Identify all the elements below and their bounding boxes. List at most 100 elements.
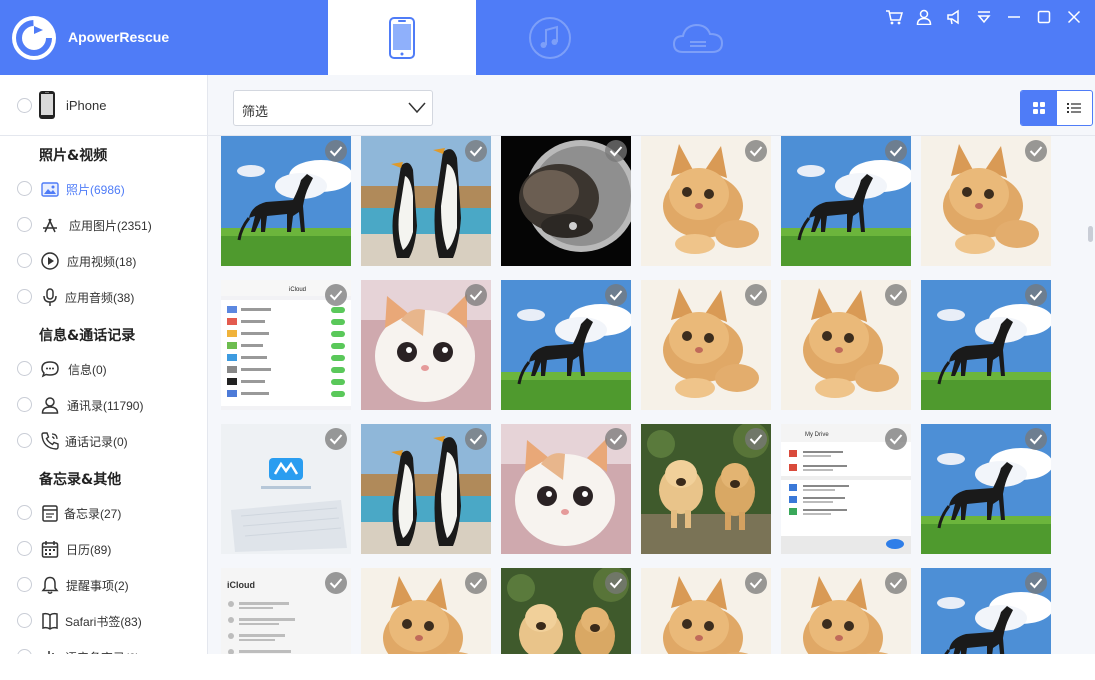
sidebar-item-notes[interactable]: 备忘录(27) [0, 498, 207, 528]
photo-thumbnail[interactable] [361, 280, 491, 410]
menu-button[interactable] [969, 6, 999, 28]
select-checkbox[interactable] [745, 428, 767, 450]
photo-thumbnail[interactable] [641, 136, 771, 266]
sidebar-item-label: 备忘录(27) [64, 507, 122, 521]
select-checkbox[interactable] [1025, 428, 1047, 450]
photo-thumbnail[interactable] [361, 424, 491, 554]
calendar-icon [41, 541, 59, 558]
photo-thumbnail[interactable] [501, 280, 631, 410]
bell-icon [41, 576, 59, 594]
tab-device[interactable] [328, 0, 476, 75]
account-button[interactable] [909, 6, 939, 28]
device-selector[interactable]: iPhone [0, 75, 207, 136]
select-checkbox[interactable] [325, 284, 347, 306]
select-checkbox[interactable] [605, 284, 627, 306]
maximize-icon [1037, 10, 1051, 24]
sidebar-item-reminders[interactable]: 提醒事项(2) [0, 570, 207, 600]
music-icon [529, 16, 571, 59]
user-icon [916, 9, 932, 25]
select-checkbox[interactable] [1025, 284, 1047, 306]
photo-thumbnail[interactable] [221, 424, 351, 554]
photo-thumbnail[interactable] [921, 424, 1051, 554]
checkmark-icon [609, 146, 623, 157]
checkmark-icon [889, 146, 903, 157]
select-checkbox[interactable] [605, 428, 627, 450]
photo-thumbnail[interactable]: My Drive [781, 424, 911, 554]
item-checkbox[interactable] [17, 289, 32, 304]
checkmark-icon [469, 434, 483, 445]
select-checkbox[interactable] [465, 284, 487, 306]
sidebar-item-app-audio[interactable]: 应用音频(38) [0, 282, 207, 312]
list-view-button[interactable] [1057, 91, 1093, 125]
section-title-photos-video: 照片&视频 [39, 148, 108, 164]
photo-thumbnail[interactable] [501, 424, 631, 554]
maximize-button[interactable] [1029, 6, 1059, 28]
item-checkbox[interactable] [17, 541, 32, 556]
photo-thumbnail[interactable] [641, 280, 771, 410]
sidebar-item-call-history[interactable]: 通话记录(0) [0, 426, 207, 456]
select-checkbox[interactable] [465, 140, 487, 162]
select-checkbox[interactable] [1025, 140, 1047, 162]
photo-thumbnail[interactable] [361, 568, 491, 654]
select-checkbox[interactable] [1025, 572, 1047, 594]
checkmark-icon [329, 290, 343, 301]
tab-itunes[interactable] [476, 0, 624, 75]
announcement-button[interactable] [939, 6, 969, 28]
select-checkbox[interactable] [885, 428, 907, 450]
select-checkbox[interactable] [325, 572, 347, 594]
scrollbar-thumb[interactable] [1088, 226, 1093, 242]
sidebar-item-app-images[interactable]: 应用图片(2351) [0, 210, 207, 240]
item-checkbox[interactable] [17, 253, 32, 268]
select-checkbox[interactable] [745, 140, 767, 162]
sidebar-item-contacts[interactable]: 通讯录(11790) [0, 390, 207, 420]
photo-thumbnail[interactable] [921, 136, 1051, 266]
photo-thumbnail[interactable] [641, 424, 771, 554]
minimize-button[interactable] [999, 6, 1029, 28]
tab-icloud[interactable] [624, 0, 772, 75]
photo-thumbnail[interactable] [641, 568, 771, 654]
filter-dropdown[interactable]: 筛选 [233, 90, 433, 126]
select-checkbox[interactable] [325, 428, 347, 450]
photo-thumbnail[interactable]: iCloud [221, 280, 351, 410]
item-checkbox[interactable] [17, 181, 32, 196]
photo-thumbnail[interactable] [781, 136, 911, 266]
item-checkbox[interactable] [17, 577, 32, 592]
select-checkbox[interactable] [465, 572, 487, 594]
select-checkbox[interactable] [885, 572, 907, 594]
photo-thumbnail[interactable] [361, 136, 491, 266]
photo-thumbnail[interactable] [501, 136, 631, 266]
select-checkbox[interactable] [605, 572, 627, 594]
title-bar: ApowerRescue [0, 0, 1095, 75]
item-checkbox[interactable] [17, 433, 32, 448]
item-checkbox[interactable] [17, 505, 32, 520]
photo-thumbnail[interactable]: iCloud [221, 568, 351, 654]
select-checkbox[interactable] [885, 140, 907, 162]
select-checkbox[interactable] [745, 572, 767, 594]
sidebar-item-safari-bookmarks[interactable]: Safari书签(83) [0, 606, 207, 636]
item-checkbox[interactable] [17, 217, 32, 232]
select-checkbox[interactable] [465, 428, 487, 450]
item-checkbox[interactable] [17, 613, 32, 628]
cart-button[interactable] [879, 6, 909, 28]
sidebar-item-photos[interactable]: 照片(6986) [0, 174, 207, 204]
sidebar-item-calendar[interactable]: 日历(89) [0, 534, 207, 564]
photo-thumbnail[interactable] [921, 568, 1051, 654]
close-button[interactable] [1059, 6, 1089, 28]
item-checkbox[interactable] [17, 361, 32, 376]
select-checkbox[interactable] [605, 140, 627, 162]
photo-thumbnail[interactable] [221, 136, 351, 266]
device-checkbox[interactable] [17, 98, 32, 113]
photo-thumbnail[interactable] [501, 568, 631, 654]
sidebar-item-messages[interactable]: 信息(0) [0, 354, 207, 384]
item-checkbox[interactable] [17, 397, 32, 412]
select-checkbox[interactable] [325, 140, 347, 162]
photo-thumbnail[interactable] [781, 280, 911, 410]
minimize-icon [1008, 16, 1020, 18]
photo-thumbnail[interactable] [781, 568, 911, 654]
select-checkbox[interactable] [745, 284, 767, 306]
select-checkbox[interactable] [885, 284, 907, 306]
phone-call-icon [41, 432, 59, 450]
sidebar-item-app-video[interactable]: 应用视频(18) [0, 246, 207, 276]
photo-thumbnail[interactable] [921, 280, 1051, 410]
grid-view-button[interactable] [1021, 91, 1057, 125]
